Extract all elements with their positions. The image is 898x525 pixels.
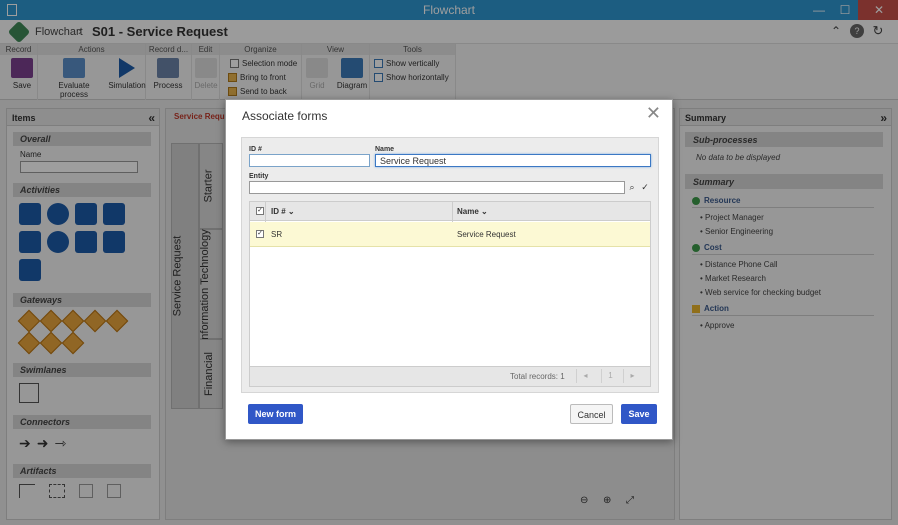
- name-input[interactable]: Service Request: [375, 154, 651, 167]
- forms-grid: ✓ ID # ⌄ Name ⌄ ✓ SR Service Request Tot…: [249, 201, 651, 387]
- row-id: SR: [271, 230, 283, 239]
- id-input[interactable]: [249, 154, 370, 167]
- sort-name-icon: ⌄: [481, 207, 488, 216]
- row-checkbox[interactable]: ✓: [256, 230, 264, 238]
- row-name: Service Request: [457, 230, 516, 239]
- sort-id-icon: ⌄: [287, 207, 295, 216]
- search-icon[interactable]: ⌕: [626, 181, 638, 193]
- grid-header: ✓ ID # ⌄ Name ⌄: [250, 202, 650, 221]
- select-all-checkbox[interactable]: ✓: [256, 207, 264, 215]
- col-name-header[interactable]: Name ⌄: [457, 207, 488, 216]
- id-label: ID #: [249, 146, 262, 153]
- prev-page-icon[interactable]: ◂: [576, 369, 594, 383]
- dialog-title: Associate forms: [242, 109, 328, 123]
- name-label: Name: [375, 146, 395, 153]
- total-records: Total records: 1: [510, 372, 565, 381]
- entity-label: Entity: [249, 173, 269, 180]
- grid-footer: Total records: 1 ◂ 1 ▸: [250, 366, 650, 386]
- clear-entity-icon[interactable]: ✓: [639, 181, 651, 193]
- associate-forms-dialog: Associate forms ✕ ID # Name Service Requ…: [225, 99, 673, 440]
- col-id-header[interactable]: ID # ⌄: [271, 207, 295, 216]
- save-button[interactable]: Save: [621, 404, 657, 424]
- new-form-button[interactable]: New form: [248, 404, 303, 424]
- next-page-icon[interactable]: ▸: [623, 369, 641, 383]
- table-row[interactable]: ✓ SR Service Request: [250, 222, 650, 247]
- dialog-close-icon[interactable]: ✕: [646, 103, 661, 124]
- entity-input[interactable]: [249, 181, 625, 194]
- dialog-body: ID # Name Service Request Entity ⌕ ✓ ✓ I…: [241, 137, 659, 393]
- page-number: 1: [601, 369, 619, 383]
- cancel-button[interactable]: Cancel: [570, 404, 613, 424]
